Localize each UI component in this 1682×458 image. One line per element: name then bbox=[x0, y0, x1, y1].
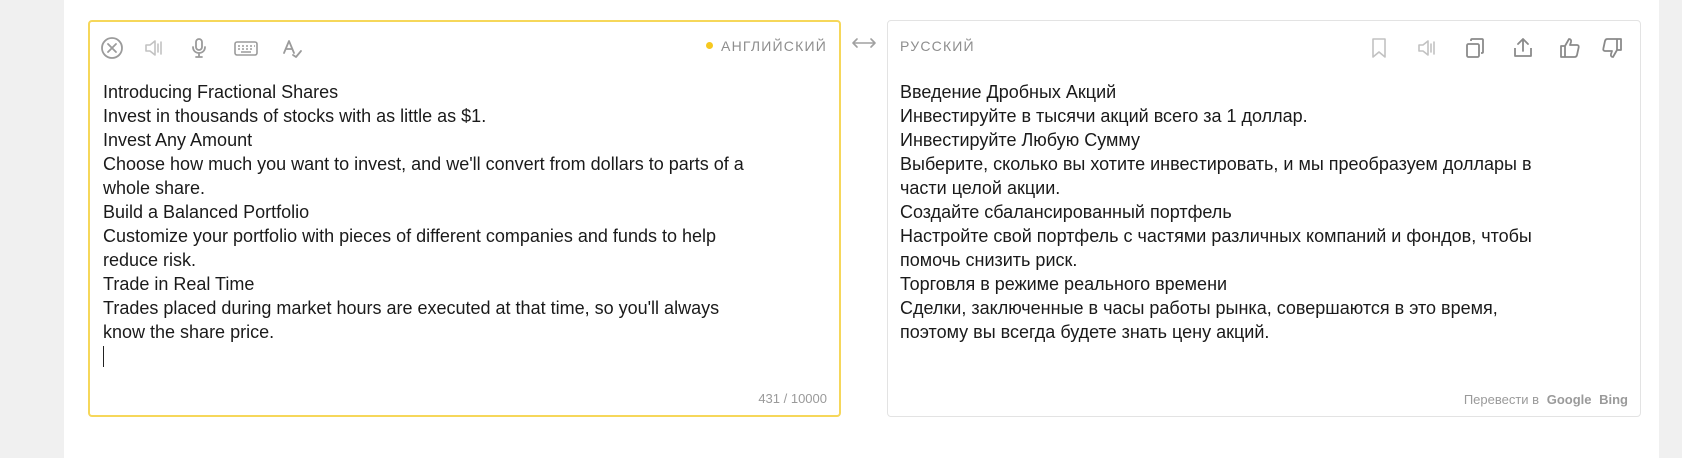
share-icon[interactable] bbox=[1509, 34, 1537, 62]
source-line: Customize your portfolio with pieces of … bbox=[103, 226, 717, 246]
source-text-input[interactable]: Introducing Fractional Shares Invest in … bbox=[103, 80, 823, 367]
translation-line: поэтому вы всегда будете знать цену акци… bbox=[900, 322, 1270, 342]
translation-line: Выберите, сколько вы хотите инвестироват… bbox=[900, 154, 1532, 174]
source-line: whole share. bbox=[103, 178, 206, 198]
text-caret bbox=[103, 346, 104, 367]
engine-bing-link[interactable]: Bing bbox=[1599, 392, 1628, 407]
source-line: Invest in thousands of stocks with as li… bbox=[103, 106, 487, 126]
translation-line: Настройте свой портфель с частями различ… bbox=[900, 226, 1532, 246]
microphone-icon[interactable] bbox=[185, 34, 213, 62]
source-line: Invest Any Amount bbox=[103, 130, 253, 150]
page-margin bbox=[1659, 0, 1682, 458]
detected-language-dot bbox=[706, 42, 714, 49]
translation-line: Инвестируйте Любую Сумму bbox=[900, 130, 1140, 150]
translation-output: Введение Дробных Акций Инвестируйте в ты… bbox=[900, 80, 1620, 344]
translation-line: Сделки, заключенные в часы работы рынка,… bbox=[900, 298, 1498, 318]
source-line: Introducing Fractional Shares bbox=[103, 82, 339, 102]
translation-line: Торговля в режиме реального времени bbox=[900, 274, 1228, 294]
engine-google-link[interactable]: Google bbox=[1547, 392, 1592, 407]
clear-icon[interactable] bbox=[98, 34, 126, 62]
target-language-label: РУССКИЙ bbox=[900, 38, 975, 54]
bookmark-icon[interactable] bbox=[1365, 34, 1393, 62]
thumbs-up-icon[interactable] bbox=[1556, 34, 1584, 62]
source-line: Build a Balanced Portfolio bbox=[103, 202, 310, 222]
speaker-icon[interactable] bbox=[1413, 34, 1441, 62]
spellcheck-icon[interactable] bbox=[278, 34, 306, 62]
source-line: Trades placed during market hours are ex… bbox=[103, 298, 720, 318]
source-panel: АНГЛИЙСКИЙ Introducing Fractional Shares… bbox=[88, 20, 841, 417]
source-line: reduce risk. bbox=[103, 250, 197, 270]
speaker-icon[interactable] bbox=[140, 34, 168, 62]
source-line: Choose how much you want to invest, and … bbox=[103, 154, 744, 174]
target-language-selector[interactable]: РУССКИЙ bbox=[900, 38, 975, 54]
thumbs-down-icon[interactable] bbox=[1598, 34, 1626, 62]
source-language-label: АНГЛИЙСКИЙ bbox=[721, 38, 827, 54]
source-line: know the share price. bbox=[103, 322, 275, 342]
translate-in-label: Перевести в bbox=[1463, 392, 1540, 407]
translation-line: Инвестируйте в тысячи акций всего за 1 д… bbox=[900, 106, 1308, 126]
translation-line: Введение Дробных Акций bbox=[900, 82, 1117, 102]
source-language-selector[interactable]: АНГЛИЙСКИЙ bbox=[706, 38, 827, 54]
swap-arrows-icon bbox=[852, 38, 876, 48]
copy-icon[interactable] bbox=[1461, 34, 1489, 62]
target-panel: РУССКИЙ Введение Дробных Акций Инвестиру… bbox=[887, 20, 1641, 417]
translation-line: Создайте сбалансированный портфель bbox=[900, 202, 1232, 222]
character-counter: 431 / 10000 bbox=[758, 391, 827, 406]
translation-line: помочь снизить риск. bbox=[900, 250, 1078, 270]
keyboard-icon[interactable] bbox=[232, 34, 260, 62]
translation-line: части целой акции. bbox=[900, 178, 1061, 198]
swap-languages-button[interactable] bbox=[850, 34, 878, 52]
source-line: Trade in Real Time bbox=[103, 274, 255, 294]
translation-engines: Перевести в Google Bing bbox=[1464, 392, 1628, 407]
